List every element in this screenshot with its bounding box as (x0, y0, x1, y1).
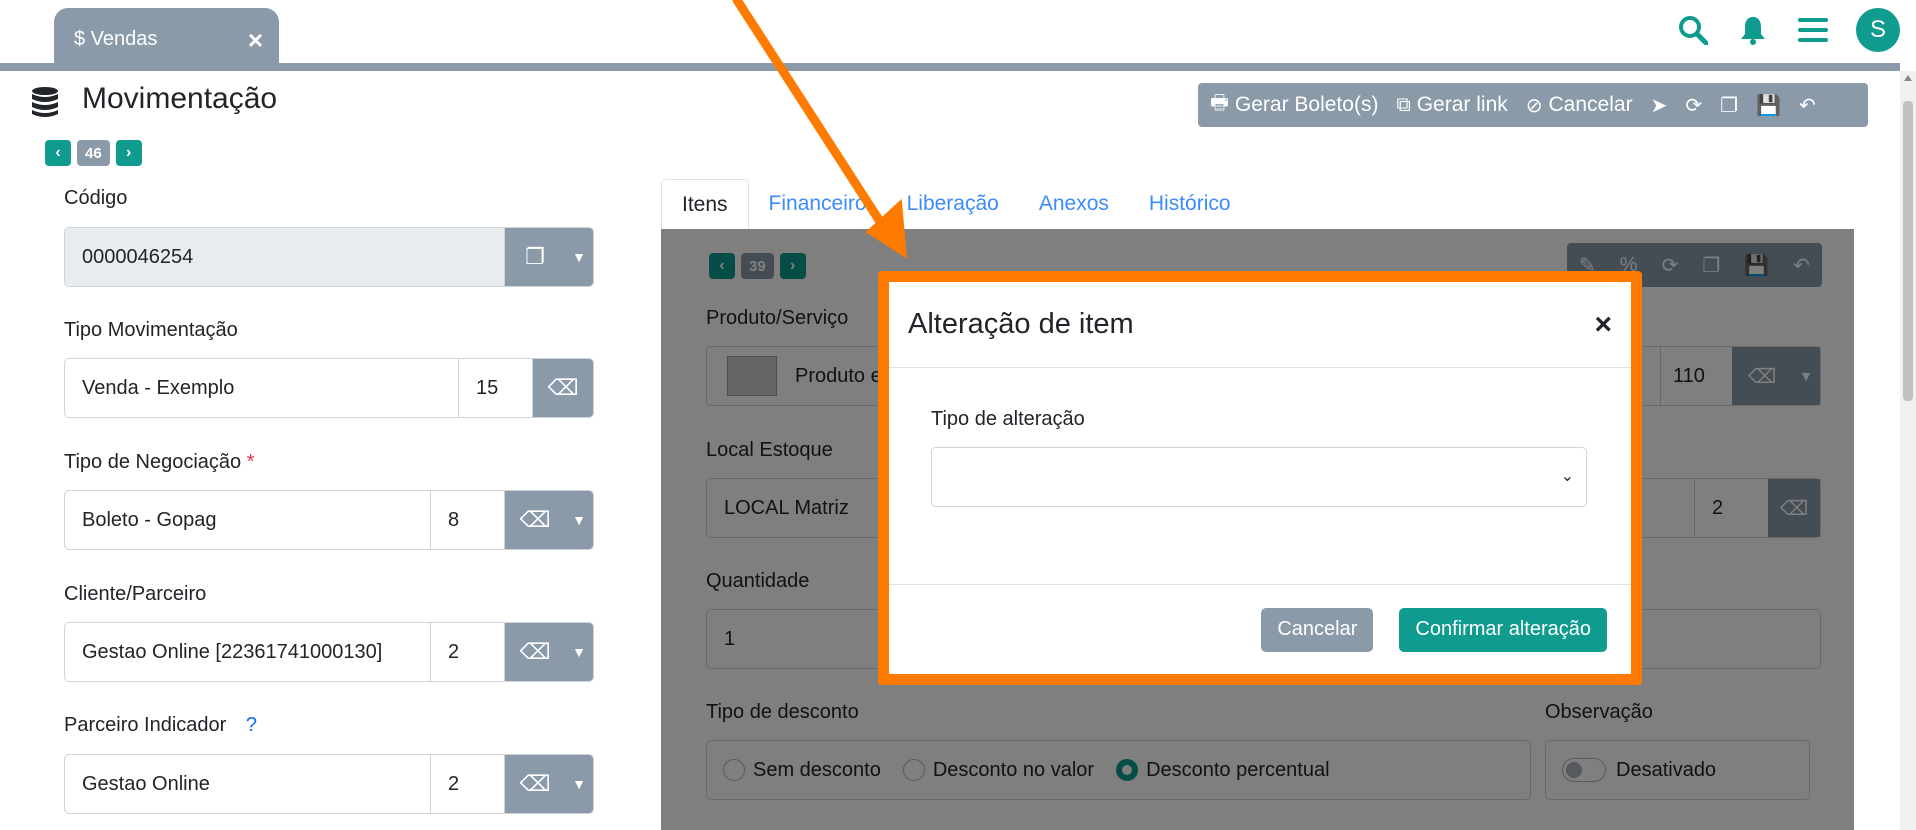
tipo-movimentacao-label: Tipo Movimentação (64, 319, 238, 341)
top-bar: $ Vendas × S (0, 0, 1916, 71)
cancel-record-button[interactable]: ⊘ Cancelar (1526, 93, 1633, 118)
eraser-icon: ⌫ (519, 771, 551, 796)
tipo-movimentacao-code[interactable]: 15 (459, 359, 533, 417)
page-title: Movimentação (82, 82, 278, 115)
save-icon[interactable]: 💾 (1756, 93, 1781, 118)
prev-record-button[interactable]: ‹ (45, 140, 71, 166)
parceiro-indicador-label: Parceiro Indicador ? (64, 714, 257, 737)
help-icon[interactable]: ? (246, 714, 257, 736)
confirm-alteracao-button[interactable]: Confirmar alteração (1399, 607, 1607, 652)
clear-tipo-negociacao-button[interactable]: ⌫ (505, 491, 565, 549)
alteracao-item-modal: Alteração de item × Tipo de alteração ⌄ … (889, 282, 1631, 674)
scrollbar[interactable] (1900, 71, 1916, 830)
tipo-negociacao-code[interactable]: 8 (431, 491, 505, 549)
parceiro-indicador-dropdown-button[interactable]: ▼ (565, 755, 593, 813)
send-icon[interactable]: ➤ (1651, 93, 1668, 118)
record-toolbar: 🖶 Gerar Boleto(s) ⧉ Gerar link ⊘ Cancela… (1198, 83, 1868, 127)
tab-itens[interactable]: Itens (661, 179, 749, 229)
tipo-movimentacao-input[interactable]: Venda - Exemplo (65, 359, 459, 417)
record-number: 46 (77, 140, 110, 166)
tipo-negociacao-label: Tipo de Negociação * (64, 451, 255, 474)
caret-down-icon: ▼ (572, 776, 586, 792)
ban-icon: ⊘ (1525, 94, 1543, 117)
cliente-input[interactable]: Gestao Online [22361741000130] (65, 623, 431, 681)
record-pager: ‹ 46 › (45, 140, 142, 166)
print-icon: 🖶 (1210, 92, 1229, 114)
cliente-label: Cliente/Parceiro (64, 583, 207, 605)
scroll-up-icon[interactable] (1904, 75, 1912, 81)
modal-title: Alteração de item (908, 308, 1134, 340)
scrollbar-thumb[interactable] (1903, 101, 1913, 401)
copy-icon[interactable]: ❐ (1720, 93, 1738, 118)
cliente-code[interactable]: 2 (431, 623, 505, 681)
clear-parceiro-indicador-button[interactable]: ⌫ (505, 755, 565, 813)
tipo-movimentacao-field-group: Venda - Exemplo 15 ⌫ (64, 358, 594, 418)
tipo-negociacao-dropdown-button[interactable]: ▼ (565, 491, 593, 549)
close-icon[interactable]: × (248, 27, 263, 53)
cancel-record-label: Cancelar (1548, 93, 1633, 116)
tab-anexos[interactable]: Anexos (1019, 179, 1129, 229)
copy-icon: ❐ (525, 244, 545, 269)
generate-link-button[interactable]: ⧉ Gerar link (1396, 93, 1507, 117)
generate-boleto-button[interactable]: 🖶 Gerar Boleto(s) (1210, 88, 1378, 122)
tab-financeiro[interactable]: Financeiro (749, 179, 887, 229)
tipo-negociacao-input[interactable]: Boleto - Gopag (65, 491, 431, 549)
module-tab-vendas[interactable]: $ Vendas × (54, 8, 279, 71)
eraser-icon: ⌫ (519, 507, 551, 532)
clear-tipo-movimentacao-button[interactable]: ⌫ (533, 359, 593, 417)
refresh-icon[interactable]: ⟳ (1685, 93, 1702, 118)
close-icon[interactable]: × (1594, 308, 1612, 342)
tab-liberacao[interactable]: Liberação (887, 179, 1019, 229)
cliente-field-group: Gestao Online [22361741000130] 2 ⌫ ▼ (64, 622, 594, 682)
database-icon (32, 87, 58, 117)
caret-down-icon: ▼ (572, 644, 586, 660)
modal-body: Tipo de alteração ⌄ (889, 368, 1631, 584)
generate-boleto-label: Gerar Boleto(s) (1234, 93, 1379, 116)
caret-down-icon: ▼ (572, 512, 586, 528)
tipo-negociacao-field-group: Boleto - Gopag 8 ⌫ ▼ (64, 490, 594, 550)
tipo-negociacao-label-text: Tipo de Negociação (64, 451, 242, 473)
tab-historico[interactable]: Histórico (1129, 179, 1251, 229)
external-link-icon: ⧉ (1396, 93, 1411, 116)
cliente-dropdown-button[interactable]: ▼ (565, 623, 593, 681)
tipo-alteracao-select[interactable]: ⌄ (931, 447, 1587, 507)
generate-link-label: Gerar link (1416, 93, 1508, 116)
eraser-icon: ⌫ (519, 639, 551, 664)
cancel-button[interactable]: Cancelar (1261, 607, 1374, 652)
tipo-alteracao-label: Tipo de alteração (931, 408, 1085, 430)
eraser-icon: ⌫ (547, 375, 579, 400)
undo-icon[interactable]: ↶ (1799, 93, 1816, 118)
top-icons: S (1676, 8, 1900, 52)
codigo-label: Código (64, 187, 128, 209)
next-record-button[interactable]: › (115, 140, 142, 166)
detail-tabs: Itens Financeiro Liberação Anexos Histór… (661, 179, 1251, 229)
avatar[interactable]: S (1856, 8, 1900, 52)
copy-codigo-button[interactable]: ❐ (505, 228, 565, 286)
parceiro-indicador-input[interactable]: Gestao Online (65, 755, 431, 813)
menu-icon[interactable] (1796, 8, 1830, 52)
modal-footer: Cancelar Confirmar alteração (889, 584, 1631, 674)
parceiro-indicador-field-group: Gestao Online 2 ⌫ ▼ (64, 754, 594, 814)
bell-icon[interactable] (1736, 8, 1770, 52)
chevron-down-icon: ⌄ (1560, 468, 1574, 485)
codigo-field-group: 0000046254 ❐ ▼ (64, 227, 594, 287)
parceiro-indicador-code[interactable]: 2 (431, 755, 505, 813)
clear-cliente-button[interactable]: ⌫ (505, 623, 565, 681)
caret-down-icon: ▼ (572, 249, 586, 265)
modal-header: Alteração de item × (889, 282, 1631, 368)
top-bar-divider (0, 63, 1900, 71)
codigo-input[interactable]: 0000046254 (65, 228, 505, 286)
codigo-dropdown-button[interactable]: ▼ (565, 228, 593, 286)
search-icon[interactable] (1676, 8, 1710, 52)
parceiro-indicador-label-text: Parceiro Indicador (64, 714, 227, 736)
required-marker: * (246, 451, 255, 473)
module-tab-label: $ Vendas (74, 28, 158, 50)
